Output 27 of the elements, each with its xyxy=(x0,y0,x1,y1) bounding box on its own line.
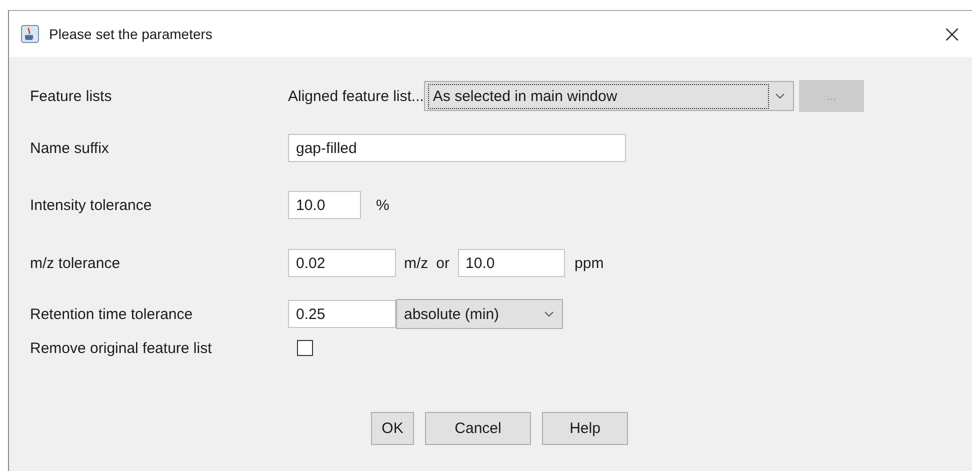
unit-label: ppm xyxy=(574,254,604,272)
field-label: Feature lists xyxy=(30,88,113,104)
dropdown[interactable]: absolute (min) xyxy=(396,299,563,329)
field-label: Intensity tolerance xyxy=(30,196,153,214)
input-field[interactable]: gap-filled xyxy=(288,134,626,162)
unit-label: m/z xyxy=(404,254,428,272)
input-field[interactable]: 10.0 xyxy=(288,191,361,219)
checkbox[interactable] xyxy=(297,340,313,356)
field-label: Aligned feature list... xyxy=(288,88,424,104)
caret-icon xyxy=(544,311,554,317)
close-button[interactable]: × xyxy=(932,14,972,54)
field-label: m/z tolerance xyxy=(30,254,122,272)
dialog-button[interactable]: OK xyxy=(371,412,414,445)
window-title: Please set the parameters xyxy=(49,26,214,42)
dialog-button[interactable]: Cancel xyxy=(425,412,531,445)
joiner-label: or xyxy=(436,254,450,272)
coffee-cup-icon xyxy=(21,25,39,43)
unit-label: % xyxy=(376,196,390,214)
field-label: Remove original feature list xyxy=(30,340,213,356)
field-label: Retention time tolerance xyxy=(30,306,194,322)
input-field[interactable]: 10.0 xyxy=(458,249,565,277)
dropdown[interactable]: As selected in main window xyxy=(424,81,794,111)
caret-icon xyxy=(774,93,785,99)
field-label: Name suffix xyxy=(30,140,110,156)
dialog-button[interactable]: Help xyxy=(542,412,628,445)
input-field[interactable]: 0.02 xyxy=(288,249,396,277)
input-field[interactable]: 0.25 xyxy=(288,300,396,328)
